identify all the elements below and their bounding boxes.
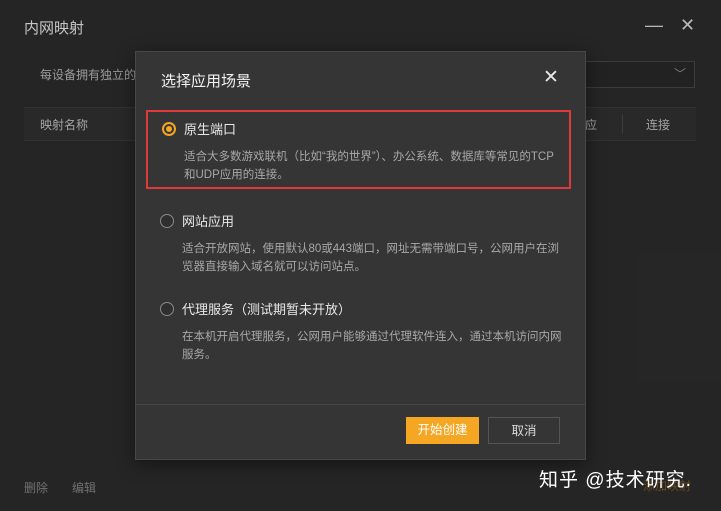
close-icon[interactable]: ✕: [543, 66, 559, 89]
option-label[interactable]: 网站应用: [182, 211, 234, 230]
watermark: 知乎 @技术研究.: [539, 470, 692, 491]
start-create-button[interactable]: 开始创建: [406, 417, 479, 444]
option-label[interactable]: 原生端口: [184, 119, 236, 138]
option-description: 在本机开启代理服务，公网用户能够通过代理软件连入，通过本机访问内网服务。: [182, 331, 562, 361]
option-description: 适合开放网站，使用默认80或443端口，网址无需带端口号，公网用户在浏览器直接输…: [182, 243, 559, 273]
radio-website[interactable]: [160, 214, 174, 228]
option-proxy[interactable]: 代理服务（测试期暂未开放） 在本机开启代理服务，公网用户能够通过代理软件连入，通…: [146, 290, 571, 361]
option-native-port[interactable]: 原生端口 适合大多数游戏联机（比如“我的世界”）、办公系统、数据库等常见的TCP…: [146, 110, 571, 189]
option-label[interactable]: 代理服务（测试期暂未开放）: [182, 299, 351, 318]
radio-proxy[interactable]: [160, 302, 174, 316]
radio-native-port[interactable]: [162, 122, 176, 136]
dialog-title: 选择应用场景: [161, 73, 252, 90]
option-description: 适合大多数游戏联机（比如“我的世界”）、办公系统、数据库等常见的TCP和UDP应…: [184, 151, 554, 181]
cancel-button[interactable]: 取消: [488, 417, 560, 444]
select-scene-dialog: 选择应用场景 ✕ 原生端口 适合大多数游戏联机（比如“我的世界”）、办公系统、数…: [135, 51, 586, 460]
option-website[interactable]: 网站应用 适合开放网站，使用默认80或443端口，网址无需带端口号，公网用户在浏…: [146, 202, 571, 273]
divider: [136, 404, 585, 405]
